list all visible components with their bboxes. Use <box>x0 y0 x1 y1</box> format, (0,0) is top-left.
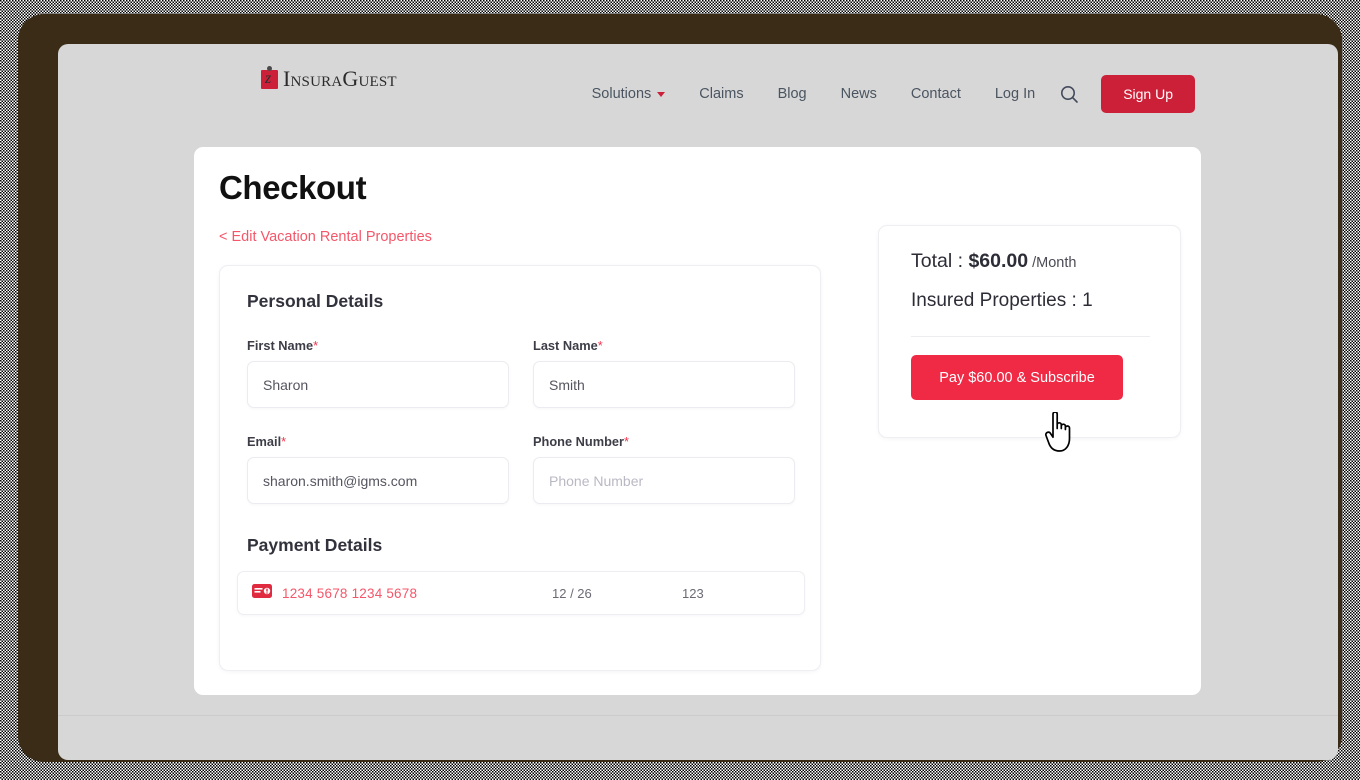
phone-field-group: Phone Number* <box>533 434 795 504</box>
nav-item-contact[interactable]: Contact <box>894 86 978 102</box>
summary-total-prefix: Total : <box>911 250 969 272</box>
checkout-content-panel: Checkout < Edit Vacation Rental Properti… <box>194 147 1201 695</box>
device-frame: InsuraGuest Solutions Claims Blog News <box>18 14 1342 762</box>
browser-page: InsuraGuest Solutions Claims Blog News <box>58 44 1338 760</box>
nav-item-news-label: News <box>840 86 877 102</box>
sign-up-button[interactable]: Sign Up <box>1101 75 1195 113</box>
credit-card-icon <box>252 583 272 603</box>
nav-item-solutions-label: Solutions <box>591 86 652 102</box>
nav-item-blog[interactable]: Blog <box>761 86 824 102</box>
nav-item-news[interactable]: News <box>824 86 894 102</box>
first-name-label-text: First Name <box>247 338 314 353</box>
summary-total-row: Total : $60.00 /Month <box>911 250 1076 273</box>
email-field-group: Email* <box>247 434 509 504</box>
nav-item-solutions[interactable]: Solutions <box>575 86 683 102</box>
last-name-required-star: * <box>597 338 603 353</box>
last-name-label-text: Last Name <box>533 338 598 353</box>
name-field-row: First Name* Last Name* <box>247 338 795 408</box>
last-name-field-group: Last Name* <box>533 338 795 408</box>
personal-details-title: Personal Details <box>247 291 384 311</box>
insuraguest-logo-mark-icon <box>261 65 278 89</box>
edit-vacation-rental-properties-link[interactable]: < Edit Vacation Rental Properties <box>219 229 432 245</box>
summary-total-amount: $60.00 <box>968 250 1029 272</box>
nav-item-blog-label: Blog <box>777 86 807 102</box>
card-expiry-value: 12 / 26 <box>552 585 592 601</box>
nav-item-login-label: Log In <box>994 86 1036 102</box>
main-navigation: Solutions Claims Blog News Contact Log I… <box>575 72 1195 116</box>
card-number-value: 1234 5678 1234 5678 <box>282 585 418 601</box>
pay-and-subscribe-button[interactable]: Pay $60.00 & Subscribe <box>911 355 1123 400</box>
email-label-text: Email <box>247 434 282 449</box>
payment-card-input-row[interactable]: 1234 5678 1234 5678 12 / 26 123 <box>237 571 805 615</box>
first-name-input[interactable] <box>247 361 509 408</box>
email-input[interactable] <box>247 457 509 504</box>
nav-item-claims[interactable]: Claims <box>682 86 760 102</box>
search-icon[interactable] <box>1060 85 1079 104</box>
first-name-required-star: * <box>313 338 319 353</box>
email-required-star: * <box>281 434 287 449</box>
site-logo-text: InsuraGuest <box>283 66 397 91</box>
checkout-form-card: Personal Details First Name* Last Name* <box>219 265 821 671</box>
payment-details-title: Payment Details <box>247 535 383 555</box>
first-name-label: First Name* <box>247 338 509 353</box>
summary-insured-properties: Insured Properties : 1 <box>911 290 1093 311</box>
nav-item-contact-label: Contact <box>910 86 961 102</box>
email-label: Email* <box>247 434 509 449</box>
phone-number-required-star: * <box>624 434 629 449</box>
nav-item-login[interactable]: Log In <box>978 86 1052 102</box>
phone-number-input[interactable] <box>533 457 795 504</box>
order-summary-card: Total : $60.00 /Month Insured Properties… <box>878 225 1181 438</box>
contact-field-row: Email* Phone Number* <box>247 434 795 504</box>
first-name-field-group: First Name* <box>247 338 509 408</box>
phone-number-label-text: Phone Number <box>533 434 625 449</box>
card-cvc-value: 123 <box>682 585 704 601</box>
last-name-input[interactable] <box>533 361 795 408</box>
chevron-down-icon <box>657 91 666 97</box>
last-name-label: Last Name* <box>533 338 795 353</box>
summary-divider <box>911 336 1150 337</box>
nav-item-claims-label: Claims <box>699 86 744 102</box>
summary-total-period: /Month <box>1028 255 1077 271</box>
site-header: InsuraGuest Solutions Claims Blog News <box>58 44 1338 144</box>
page-title: Checkout <box>219 169 367 206</box>
phone-number-label: Phone Number* <box>533 434 795 449</box>
footer-divider <box>58 715 1338 716</box>
site-logo[interactable]: InsuraGuest <box>261 65 397 92</box>
